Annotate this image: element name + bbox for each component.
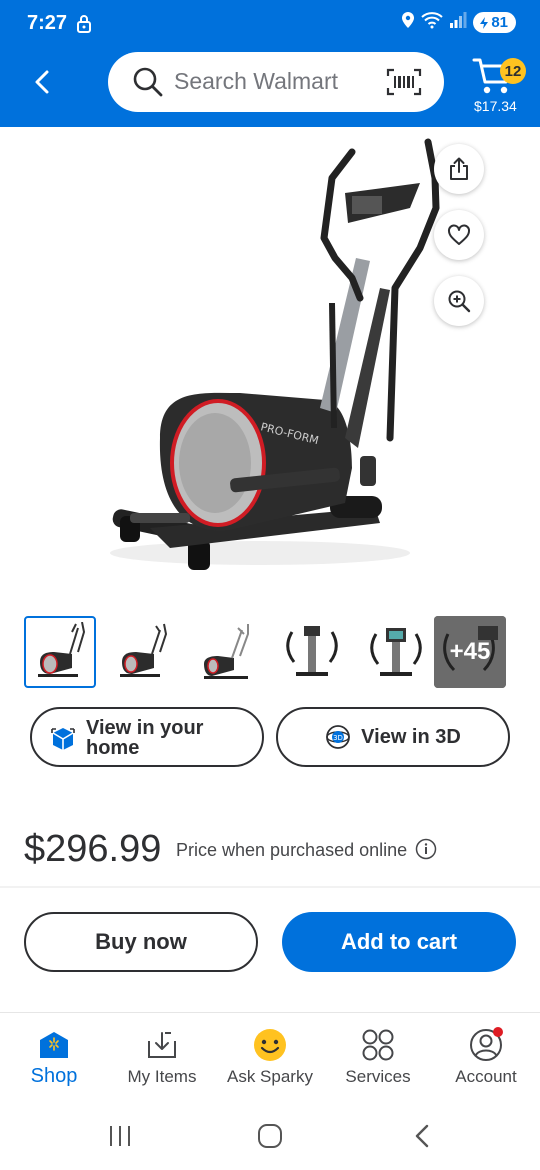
barcode-scan-icon[interactable] (386, 68, 422, 101)
search-placeholder: Search Walmart (174, 68, 339, 94)
services-icon (360, 1027, 396, 1063)
favorite-button[interactable] (434, 210, 484, 260)
nav-ask-sparky[interactable]: Ask Sparky (216, 1013, 324, 1103)
cart-button[interactable]: 12 $17.34 (468, 54, 528, 120)
home-icon (258, 1124, 282, 1148)
buy-now-button[interactable]: Buy now (24, 912, 258, 972)
svg-text:3D: 3D (333, 734, 343, 742)
nav-my-items[interactable]: My Items (108, 1013, 216, 1103)
thumbnail-4[interactable] (276, 616, 348, 688)
product-image[interactable]: PRO-FORM (90, 138, 450, 578)
recent-apps-icon (110, 1126, 130, 1146)
share-button[interactable] (434, 144, 484, 194)
divider (0, 886, 540, 888)
search-icon (132, 66, 164, 103)
thumbnail-5[interactable] (360, 616, 432, 688)
account-icon (468, 1027, 504, 1063)
thumbnail-3[interactable] (192, 616, 264, 688)
bottom-nav: Shop My Items Ask Sparky Services Accoun… (0, 1012, 540, 1102)
battery-level: 81 (491, 14, 508, 31)
search-input[interactable]: Search Walmart (108, 52, 444, 112)
chevron-left-icon (35, 70, 49, 94)
thumbnail-strip: +45 (24, 616, 516, 688)
cart-total: $17.34 (474, 98, 517, 114)
battery-indicator: 81 (473, 12, 516, 33)
cart-count-badge: 12 (500, 58, 526, 84)
nav-ask-sparky-label: Ask Sparky (227, 1067, 313, 1086)
my-items-icon (144, 1027, 180, 1063)
product-page: 7:27 81 Search Walmart 12 $17.34 PRO-FOR… (0, 0, 540, 1170)
view-in-3d-button[interactable]: 3D View in 3D (276, 707, 510, 767)
nav-account-label: Account (455, 1067, 517, 1086)
zoom-in-icon (448, 290, 471, 313)
back-button[interactable] (26, 66, 58, 98)
shop-icon (36, 1027, 72, 1063)
info-icon[interactable] (415, 838, 437, 865)
nav-my-items-label: My Items (127, 1067, 197, 1086)
nav-services[interactable]: Services (324, 1013, 432, 1103)
share-icon (450, 157, 468, 180)
system-nav-bar (0, 1102, 540, 1170)
status-icons: 81 (401, 11, 516, 34)
view-in-3d-label: View in 3D (361, 726, 461, 748)
price-note: Price when purchased online (176, 840, 408, 860)
header: 7:27 81 Search Walmart 12 $17.34 (0, 0, 540, 127)
lock-icon (76, 14, 92, 39)
wifi-icon (421, 11, 443, 34)
status-bar: 7:27 81 (0, 0, 540, 50)
home-button[interactable] (250, 1120, 290, 1152)
thumbnail-more[interactable]: +45 (434, 616, 506, 688)
nav-account[interactable]: Account (432, 1013, 540, 1103)
system-back-button[interactable] (402, 1120, 442, 1152)
view-in-home-button[interactable]: View in your home (30, 707, 264, 767)
heart-icon (448, 224, 470, 245)
sparky-icon (252, 1027, 288, 1063)
3d-icon: 3D (325, 724, 351, 750)
more-images-count: +45 (449, 638, 491, 665)
signal-icon (449, 12, 467, 33)
view-in-home-label: View in your home (86, 717, 204, 759)
nav-shop-label: Shop (30, 1065, 78, 1087)
back-arrow-icon (415, 1124, 429, 1148)
ar-cube-icon (50, 726, 76, 757)
recent-apps-button[interactable] (100, 1120, 140, 1152)
thumbnail-1[interactable] (24, 616, 96, 688)
zoom-button[interactable] (434, 276, 484, 326)
location-icon (401, 11, 415, 34)
nav-services-label: Services (345, 1067, 411, 1086)
product-price: $296.99 (24, 828, 162, 870)
add-to-cart-button[interactable]: Add to cart (282, 912, 516, 972)
nav-shop[interactable]: Shop (0, 1013, 108, 1103)
status-time: 7:27 (27, 12, 68, 34)
thumbnail-2[interactable] (108, 616, 180, 688)
